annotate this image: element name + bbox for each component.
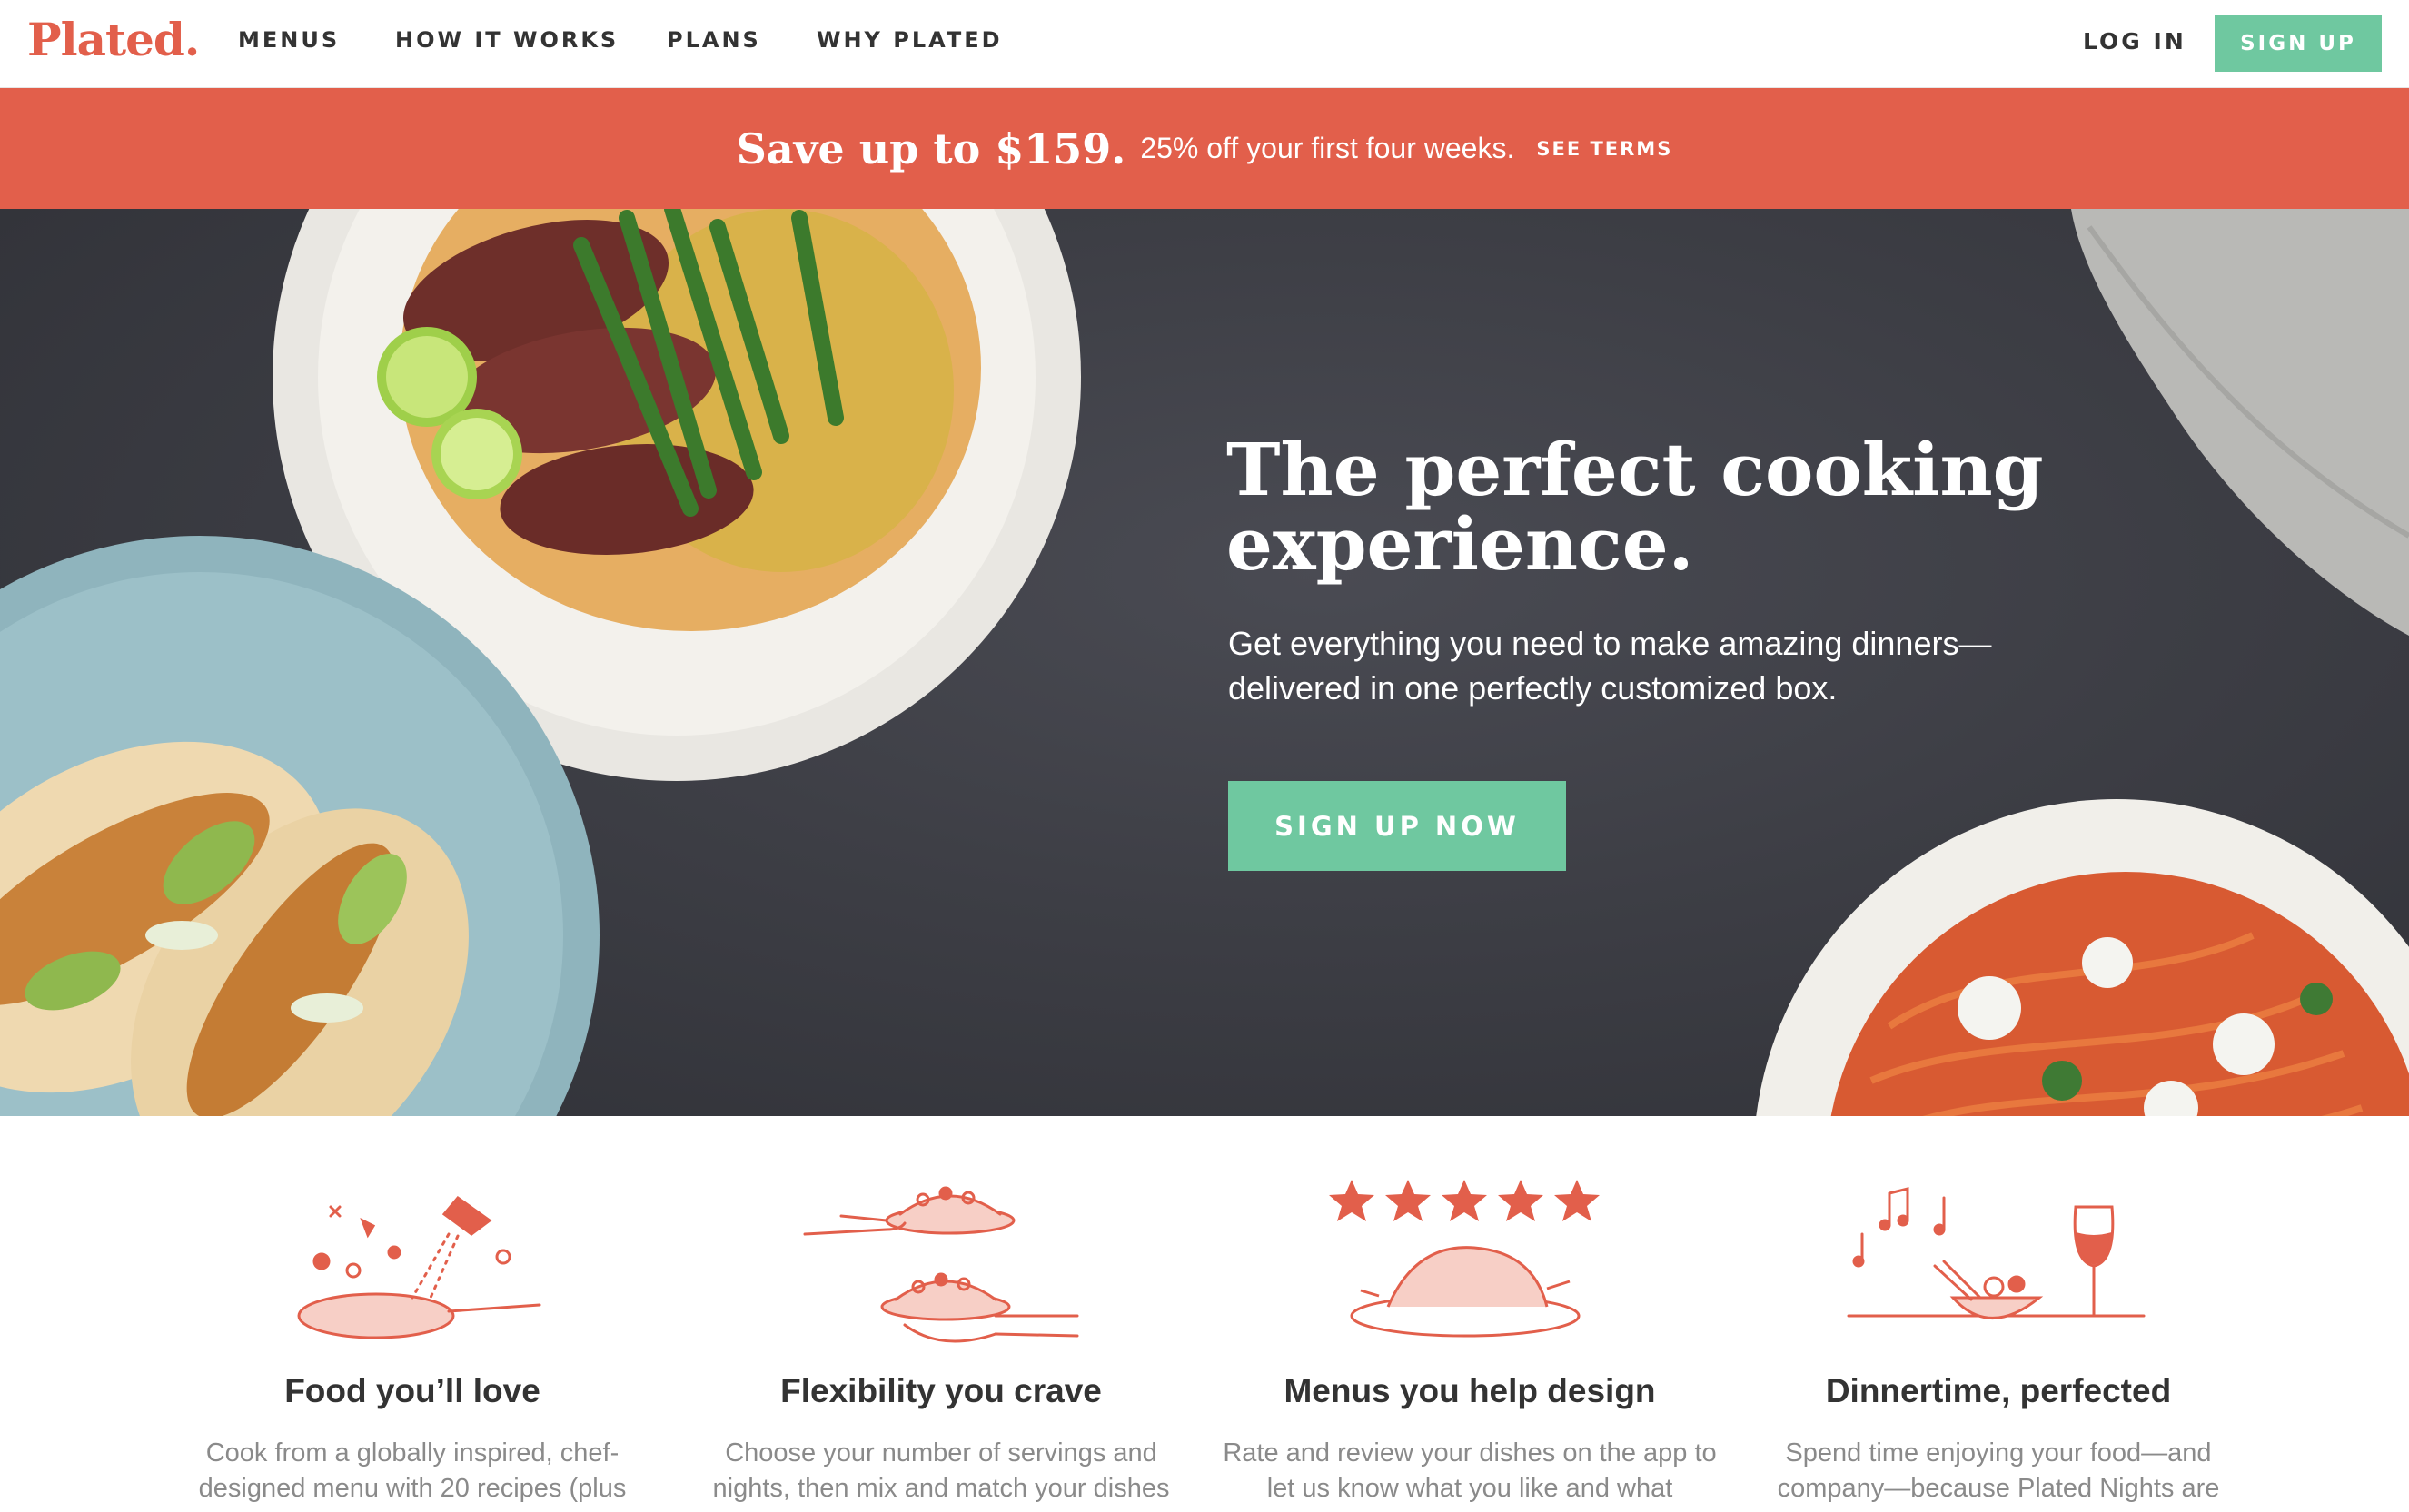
- nav-link-menus[interactable]: MENUS: [238, 27, 340, 53]
- nav-link-how-it-works[interactable]: HOW IT WORKS: [395, 27, 619, 53]
- hero-title: The perfect cooking experience.: [1226, 427, 2044, 587]
- features-section: Food you’ll love Cook from a globally in…: [0, 1116, 2409, 1512]
- feature-title: Flexibility you crave: [780, 1372, 1102, 1409]
- feature-body: Rate and review your dishes on the app t…: [1223, 1438, 1717, 1503]
- feature-title: Food you’ll love: [284, 1372, 540, 1409]
- nav-link-why-plated[interactable]: WHY PLATED: [817, 27, 1003, 53]
- promo-headline: Save up to $159.: [736, 124, 1126, 173]
- signup-now-button[interactable]: SIGN UP NOW: [1228, 781, 1566, 871]
- serving-dishes-icon: [803, 1186, 1079, 1343]
- plated-logo[interactable]: Plated.: [27, 13, 200, 66]
- five-stars-icon: [1329, 1180, 1600, 1338]
- feature-body: Choose your number of servings and night…: [712, 1438, 1170, 1503]
- feature-flexibility: Flexibility you crave Choose your number…: [687, 1116, 1195, 1503]
- top-nav: Plated. MENUS HOW IT WORKS PLANS WHY PLA…: [0, 0, 2409, 88]
- feature-dinnertime-perfected: Dinnertime, perfected Spend time enjoyin…: [1744, 1116, 2253, 1503]
- pasta-bowl: [1756, 799, 2409, 1116]
- dinner-wine-icon: [1847, 1187, 2146, 1319]
- hero-subtitle: Get everything you need to make amazing …: [1228, 625, 1992, 707]
- feature-title: Menus you help design: [1284, 1372, 1656, 1409]
- hero-section: The perfect cooking experience. Get ever…: [0, 209, 2409, 1116]
- feature-body: Spend time enjoying your food—and compan…: [1777, 1438, 2220, 1503]
- see-terms-link[interactable]: SEE TERMS: [1536, 138, 1672, 160]
- feature-food-you-love: Food you’ll love Cook from a globally in…: [158, 1116, 667, 1503]
- signup-button[interactable]: SIGN UP: [2215, 15, 2382, 72]
- promo-subtext: 25% off your first four weeks.: [1140, 132, 1515, 164]
- feature-title: Dinnertime, perfected: [1825, 1372, 2172, 1409]
- nav-link-plans[interactable]: PLANS: [667, 27, 761, 53]
- feature-menus-help-design: Menus you help design Rate and review yo…: [1215, 1116, 1724, 1503]
- login-link[interactable]: LOG IN: [2083, 28, 2186, 54]
- feature-body: Cook from a globally inspired, chef-desi…: [198, 1438, 627, 1503]
- promo-banner: Save up to $159. 25% off your first four…: [0, 88, 2409, 209]
- cooking-pan-icon: [297, 1195, 541, 1339]
